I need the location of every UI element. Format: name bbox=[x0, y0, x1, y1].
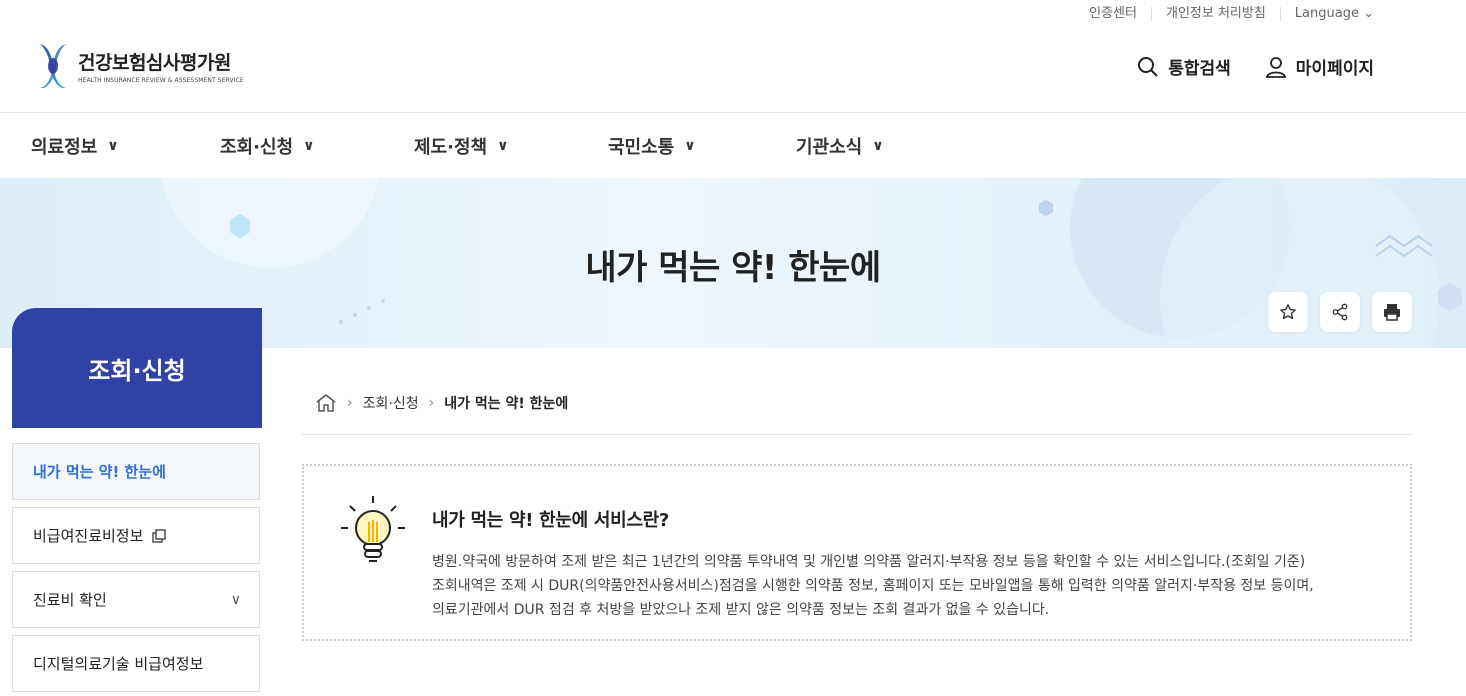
info-line: 조회내역은 조제 시 DUR(의약품안전사용서비스)점검을 시행한 의약품 정보… bbox=[432, 578, 1314, 594]
info-title: 내가 먹는 약! 한눈에 서비스란? bbox=[432, 510, 670, 531]
share-icon bbox=[1332, 303, 1348, 321]
privacy-policy-link[interactable]: 개인정보 처리방침 bbox=[1150, 7, 1280, 21]
info-line: 병원.약국에 방문하여 조제 받은 최근 1년간의 의약품 투약내역 및 개인별… bbox=[432, 554, 1306, 570]
chevron-down-icon: ∨ bbox=[107, 137, 119, 154]
bookmark-button[interactable] bbox=[1268, 292, 1308, 332]
lnb-item-digital-tech[interactable]: 디지털의료기술 비급여정보 bbox=[12, 635, 260, 692]
chevron-down-icon: ∨ bbox=[497, 137, 509, 154]
home-icon[interactable] bbox=[315, 393, 337, 413]
print-button[interactable] bbox=[1372, 292, 1412, 332]
gnb-item-medical-info[interactable]: 의료정보 ∨ bbox=[31, 113, 119, 178]
global-nav: 의료정보 ∨ 조회·신청 ∨ 제도·정책 ∨ 국민소통 ∨ 기관소식 ∨ bbox=[0, 112, 1466, 179]
service-info-box: 내가 먹는 약! 한눈에 서비스란? 병원.약국에 방문하여 조제 받은 최근 … bbox=[302, 464, 1412, 641]
lnb-item-label: 진료비 확인 bbox=[33, 591, 107, 609]
breadcrumb-current: 내가 먹는 약! 한눈에 bbox=[444, 396, 569, 412]
info-description: 병원.약국에 방문하여 조제 받은 최근 1년간의 의약품 투약내역 및 개인별… bbox=[432, 550, 1314, 622]
gnb-label: 기관소식 bbox=[796, 136, 863, 158]
page-tools bbox=[1268, 292, 1412, 332]
lightbulb-icon bbox=[341, 496, 405, 562]
top-actions: 통합검색 마이페이지 bbox=[1137, 54, 1374, 79]
mypage-button[interactable]: 마이페이지 bbox=[1265, 54, 1374, 79]
lnb-item-label: 디지털의료기술 비급여정보 bbox=[33, 655, 204, 673]
cert-center-link[interactable]: 인증센터 bbox=[1075, 7, 1151, 21]
gnb-label: 제도·정책 bbox=[414, 136, 488, 158]
share-button[interactable] bbox=[1320, 292, 1360, 332]
language-label: Language bbox=[1294, 6, 1359, 21]
lnb-title: 조회·신청 bbox=[12, 308, 262, 428]
chevron-down-icon: ∨ bbox=[303, 137, 315, 154]
logo-name-en: HEALTH INSURANCE REVIEW & ASSESSMENT SER… bbox=[78, 77, 244, 84]
external-link-icon bbox=[152, 528, 167, 543]
language-selector[interactable]: Language ⌄ bbox=[1279, 6, 1388, 21]
breadcrumb-level1[interactable]: 조회·신청 bbox=[363, 393, 419, 413]
search-icon bbox=[1138, 56, 1158, 77]
breadcrumb: › 조회·신청 › 내가 먹는 약! 한눈에 bbox=[315, 393, 568, 413]
gnb-item-policy[interactable]: 제도·정책 ∨ bbox=[414, 113, 508, 178]
chevron-down-icon: ∨ bbox=[230, 591, 241, 608]
print-icon bbox=[1384, 304, 1400, 321]
mypage-label: 마이페이지 bbox=[1295, 59, 1374, 79]
chevron-down-icon: ∨ bbox=[684, 137, 696, 154]
lnb-item-noncovered-fees[interactable]: 비급여진료비정보 bbox=[12, 507, 260, 564]
lnb-item-label: 내가 먹는 약! 한눈에 bbox=[33, 463, 166, 481]
site-logo[interactable]: 건강보험심사평가원 HEALTH INSURANCE REVIEW & ASSE… bbox=[36, 42, 244, 90]
integrated-search-button[interactable]: 통합검색 bbox=[1137, 54, 1231, 79]
utility-links: 인증센터 개인정보 처리방침 Language ⌄ bbox=[1075, 7, 1388, 21]
logo-name-ko: 건강보험심사평가원 bbox=[78, 52, 231, 74]
chevron-right-icon: › bbox=[347, 395, 353, 411]
lnb-item-my-medicine[interactable]: 내가 먹는 약! 한눈에 bbox=[12, 443, 260, 500]
gnb-label: 조회·신청 bbox=[220, 136, 294, 158]
gnb-item-inquiry[interactable]: 조회·신청 ∨ bbox=[220, 113, 314, 178]
gnb-label: 국민소통 bbox=[608, 136, 675, 158]
logo-mark-icon bbox=[40, 44, 66, 88]
chevron-down-icon: ∨ bbox=[872, 137, 884, 154]
search-label: 통합검색 bbox=[1168, 59, 1231, 79]
lnb-item-label: 비급여진료비정보 bbox=[33, 527, 144, 545]
info-line: 의료기관에서 DUR 점검 후 처방을 받았으나 조제 받지 않은 의약품 정보… bbox=[432, 602, 1050, 618]
chevron-right-icon: › bbox=[428, 395, 435, 411]
page-title: 내가 먹는 약! 한눈에 bbox=[585, 248, 881, 288]
chevron-down-icon: ⌄ bbox=[1363, 6, 1374, 21]
lnb-item-fee-check[interactable]: 진료비 확인 ∨ bbox=[12, 571, 260, 628]
star-icon bbox=[1280, 304, 1296, 320]
gnb-item-agency-news[interactable]: 기관소식 ∨ bbox=[796, 113, 884, 178]
gnb-item-communication[interactable]: 국민소통 ∨ bbox=[608, 113, 696, 178]
user-icon bbox=[1265, 56, 1286, 78]
divider bbox=[302, 434, 1412, 435]
gnb-label: 의료정보 bbox=[31, 136, 98, 158]
